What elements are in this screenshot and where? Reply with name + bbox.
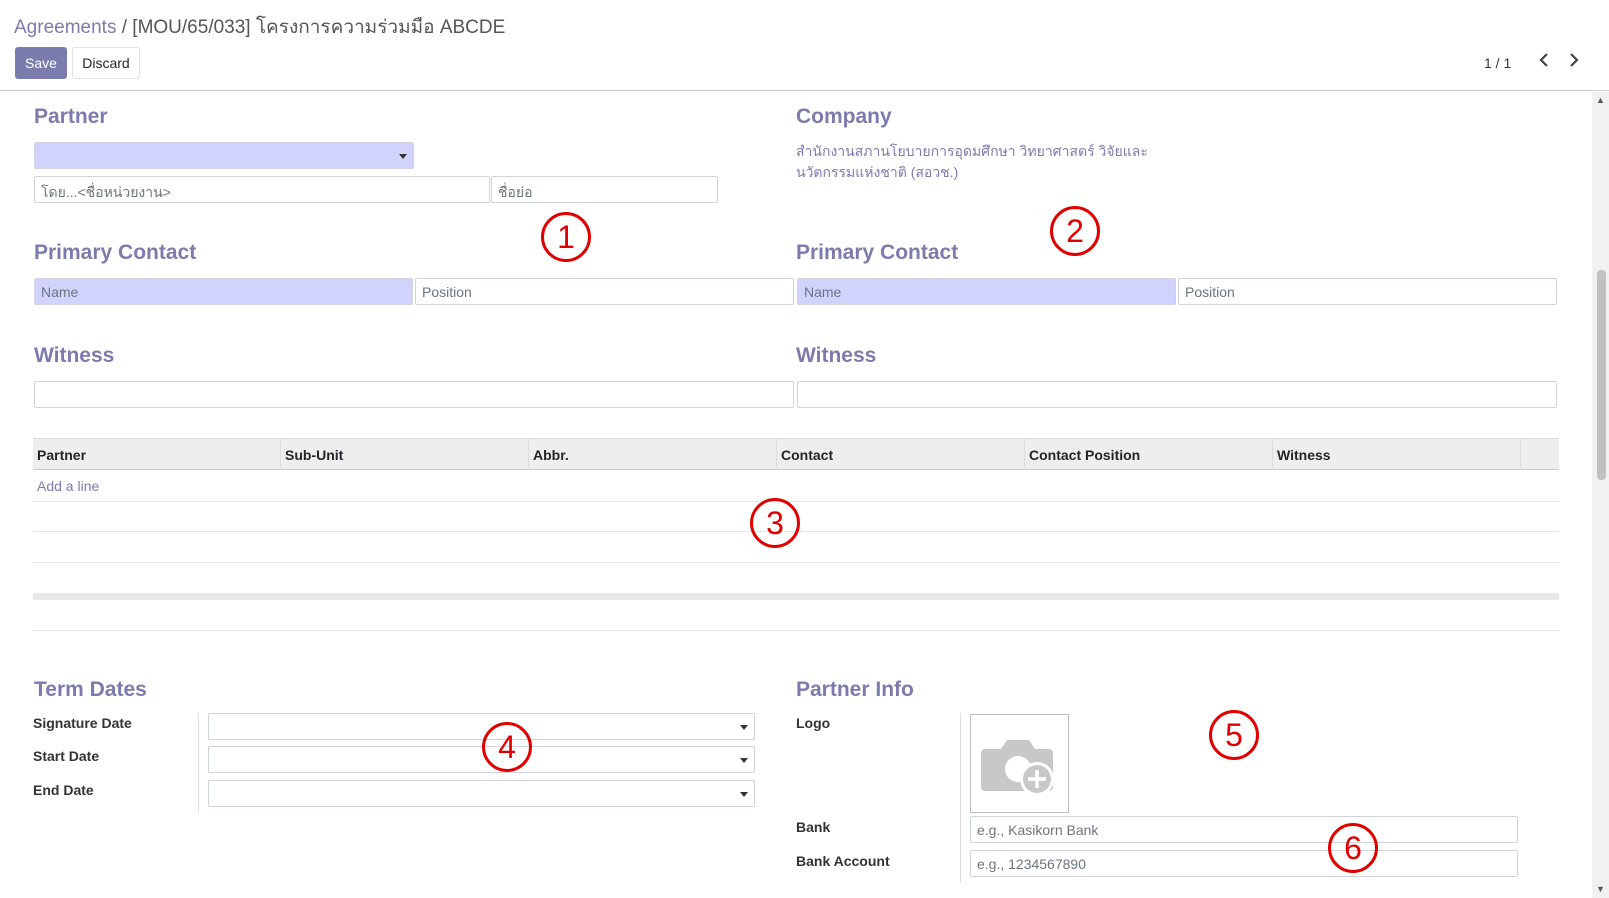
annotation-marker: 2 (1050, 206, 1100, 256)
partner-witness-title: Witness (34, 344, 115, 367)
signature-date-label: Signature Date (33, 715, 132, 731)
table-footer (33, 593, 1559, 600)
bank-account-label: Bank Account (796, 853, 890, 869)
lines-table-header: Partner Sub-Unit Abbr. Contact Contact P… (33, 438, 1559, 470)
bank-input[interactable]: e.g., Kasikorn Bank (970, 816, 1518, 843)
column-header-partner[interactable]: Partner (33, 439, 281, 470)
annotation-marker: 1 (541, 212, 591, 262)
breadcrumb: Agreements / [MOU/65/033] โครงการความร่ว… (14, 12, 505, 42)
column-header-abbr[interactable]: Abbr. (529, 439, 777, 470)
column-header-witness[interactable]: Witness (1273, 439, 1521, 470)
label-separator (198, 713, 199, 812)
scrollbar-track[interactable] (1592, 92, 1609, 898)
label-separator (960, 713, 961, 883)
company-contact-name-input[interactable]: Name (797, 278, 1176, 305)
discard-button[interactable]: Discard (72, 47, 140, 79)
chevron-down-icon (740, 758, 748, 763)
partner-witness-input[interactable] (34, 381, 794, 408)
table-row-divider (33, 562, 1559, 563)
annotation-marker: 4 (482, 722, 532, 772)
scroll-down-icon[interactable]: ▼ (1596, 884, 1605, 894)
company-title: Company (796, 105, 892, 128)
company-witness-input[interactable] (797, 381, 1557, 408)
chevron-down-icon (740, 792, 748, 797)
breadcrumb-agreements-link[interactable]: Agreements (14, 17, 116, 38)
scrollbar-thumb[interactable] (1597, 270, 1606, 480)
partner-abbr-input[interactable]: ชื่อย่อ (491, 176, 718, 203)
end-date-label: End Date (33, 782, 94, 798)
add-line-link[interactable]: Add a line (37, 478, 99, 494)
column-header-contact[interactable]: Contact (777, 439, 1025, 470)
camera-add-icon (981, 740, 1054, 796)
breadcrumb-current: [MOU/65/033] โครงการความร่วมมือ ABCDE (132, 17, 506, 38)
partner-info-title: Partner Info (796, 678, 914, 701)
chevron-down-icon (399, 154, 407, 159)
save-button[interactable]: Save (15, 47, 67, 79)
pager-value[interactable]: 1 / 1 (1484, 55, 1511, 71)
chevron-down-icon (740, 725, 748, 730)
section-divider (33, 630, 1559, 631)
bank-account-input[interactable]: e.g., 1234567890 (970, 850, 1518, 877)
column-header-sub-unit[interactable]: Sub-Unit (281, 439, 529, 470)
partner-contact-name-input[interactable]: Name (34, 278, 413, 305)
annotation-marker: 3 (750, 498, 800, 548)
breadcrumb-separator: / (121, 17, 128, 38)
partner-title: Partner (34, 105, 108, 128)
logo-upload[interactable] (970, 714, 1069, 813)
annotation-marker: 5 (1209, 710, 1259, 760)
logo-label: Logo (796, 715, 831, 731)
company-name-line2: นวัตกรรมแห่งชาติ (สอวช.) (796, 164, 959, 180)
partner-unit-input[interactable]: โดย...<ชื่อหน่วยงาน> (34, 176, 490, 203)
signature-date-input[interactable] (208, 713, 755, 740)
company-name[interactable]: สำนักงานสภานโยบายการอุดมศึกษา วิทยาศาสตร… (796, 141, 1176, 183)
scroll-up-icon[interactable]: ▲ (1596, 95, 1605, 105)
term-dates-title: Term Dates (34, 678, 147, 701)
header-divider (0, 90, 1609, 91)
start-date-label: Start Date (33, 748, 100, 764)
column-header-contact-position[interactable]: Contact Position (1025, 439, 1273, 470)
company-primary-contact-title: Primary Contact (796, 241, 959, 264)
company-witness-title: Witness (796, 344, 877, 367)
end-date-input[interactable] (208, 780, 755, 807)
partner-select[interactable] (34, 142, 414, 169)
bank-label: Bank (796, 819, 831, 835)
partner-primary-contact-title: Primary Contact (34, 241, 197, 264)
chevron-right-icon[interactable] (1567, 50, 1581, 75)
chevron-left-icon[interactable] (1537, 50, 1551, 75)
company-name-line1: สำนักงานสภานโยบายการอุดมศึกษา วิทยาศาสตร… (796, 143, 1148, 159)
partner-contact-position-input[interactable]: Position (415, 278, 794, 305)
annotation-marker: 6 (1328, 823, 1378, 873)
table-row-divider (33, 501, 1559, 502)
company-contact-position-input[interactable]: Position (1178, 278, 1557, 305)
